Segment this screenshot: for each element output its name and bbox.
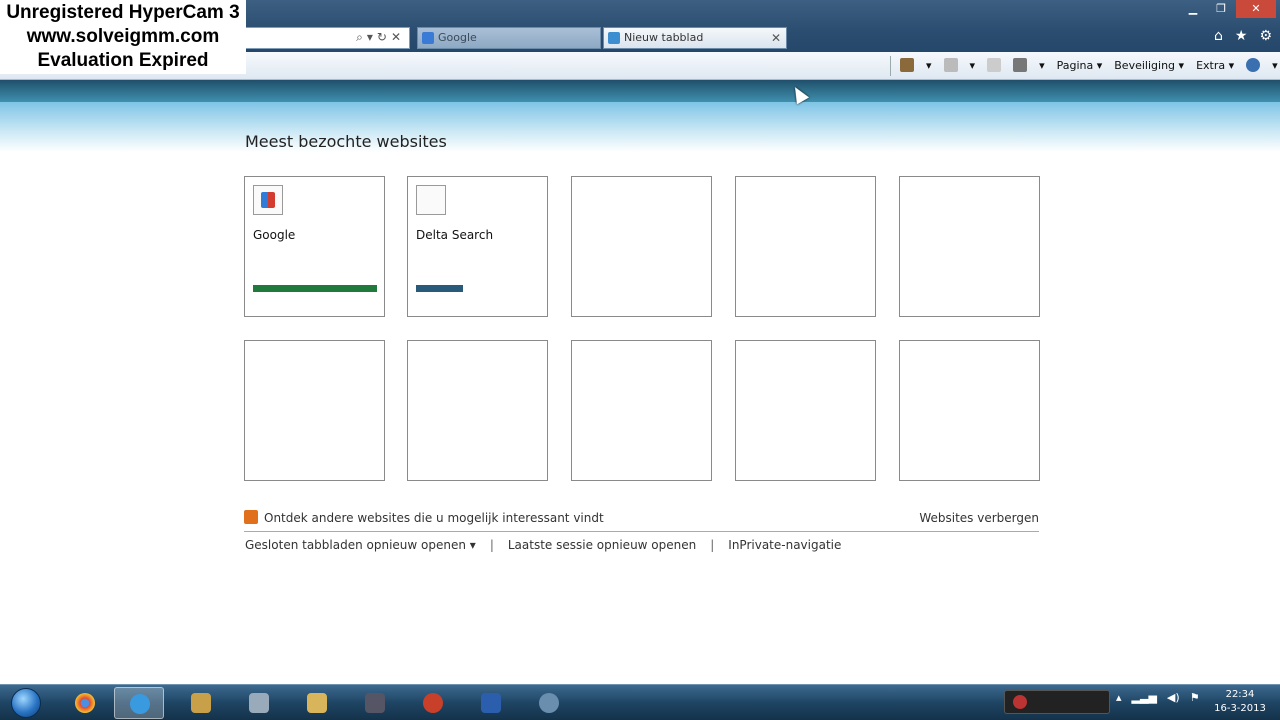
hypercam-watermark: Unregistered HyperCam 3 www.solveigmm.co…: [0, 0, 246, 74]
reopen-last-session-link[interactable]: Laatste sessie opnieuw openen: [508, 538, 696, 552]
action-center-icon[interactable]: ⚑: [1190, 691, 1200, 704]
close-tab-icon[interactable]: ✕: [771, 28, 781, 48]
tile-google[interactable]: Google: [244, 176, 385, 317]
word-icon: [481, 693, 501, 713]
clock[interactable]: 22:34 16-3-2013: [1210, 688, 1270, 716]
signal-icon[interactable]: ▂▃▅: [1132, 691, 1157, 704]
taskbar: ▴ ▂▃▅ ◀) ⚑ 22:34 16-3-2013: [0, 684, 1280, 720]
taskbar-network[interactable]: [524, 687, 574, 719]
page-menu[interactable]: Pagina ▾: [1057, 59, 1103, 72]
print-icon[interactable]: [1013, 58, 1028, 72]
taskbar-internet-explorer[interactable]: [114, 687, 164, 719]
close-window-button[interactable]: ✕: [1236, 0, 1276, 18]
extra-menu-label: Extra: [1196, 58, 1226, 72]
header-band: [0, 80, 1280, 102]
watermark-line: www.solveigmm.com: [26, 26, 220, 47]
dropdown-icon[interactable]: ▾: [1272, 59, 1278, 72]
home-icon[interactable]: [900, 58, 914, 72]
calculator-icon: [249, 693, 269, 713]
google-favicon-icon: [422, 32, 434, 44]
ie-favicon-icon: [608, 32, 620, 44]
volume-icon[interactable]: ◀): [1167, 691, 1180, 704]
recording-toolbar[interactable]: [1004, 690, 1110, 714]
taskbar-chrome[interactable]: [60, 687, 110, 719]
help-icon[interactable]: [1246, 58, 1261, 72]
tile-empty[interactable]: [407, 340, 548, 481]
reopen-closed-tabs-link[interactable]: Gesloten tabbladen opnieuw openen ▾: [245, 538, 476, 552]
separator: |: [489, 538, 494, 552]
clock-date: 16-3-2013: [1214, 703, 1266, 714]
taskbar-word[interactable]: [466, 687, 516, 719]
tile-empty[interactable]: [571, 176, 712, 317]
bottom-links: Gesloten tabbladen opnieuw openen ▾ | La…: [245, 538, 841, 552]
watermark-line: Unregistered HyperCam 3: [6, 2, 240, 23]
internet-explorer-icon: [130, 694, 150, 714]
security-menu-label: Beveiliging: [1114, 58, 1176, 72]
tab-label: Google: [438, 31, 477, 44]
tile-empty[interactable]: [899, 340, 1040, 481]
clock-time: 22:34: [1225, 689, 1255, 700]
home-icon[interactable]: ⌂: [1214, 28, 1223, 44]
maximize-button[interactable]: ❐: [1208, 0, 1234, 18]
hide-sites-link[interactable]: Websites verbergen: [919, 511, 1039, 525]
system-tray: ▴ ▂▃▅ ◀) ⚑: [1116, 691, 1200, 704]
record-icon[interactable]: [1013, 695, 1027, 709]
folder-icon: [191, 693, 211, 713]
taskbar-app[interactable]: [350, 687, 400, 719]
hypercam-icon: [423, 693, 443, 713]
tile-label: Google: [253, 228, 296, 242]
mail-icon[interactable]: [987, 58, 1002, 72]
favorites-star-icon[interactable]: ★: [1235, 28, 1248, 44]
tab-new-tab[interactable]: Nieuw tabblad ✕: [603, 27, 787, 49]
tile-empty[interactable]: [735, 176, 876, 317]
inprivate-link[interactable]: InPrivate-navigatie: [728, 538, 841, 552]
globe-icon: [539, 693, 559, 713]
tile-label: Delta Search: [416, 228, 494, 242]
tile-empty[interactable]: [571, 340, 712, 481]
address-bar-buttons[interactable]: ⌕▾↻✕: [356, 30, 405, 45]
extra-menu[interactable]: Extra ▾: [1196, 59, 1234, 72]
nav-icons: ⌂ ★ ⚙: [1214, 28, 1272, 44]
chrome-icon: [75, 693, 95, 713]
taskbar-hypercam[interactable]: [408, 687, 458, 719]
tile-delta-search[interactable]: Delta Search: [407, 176, 548, 317]
discover-link[interactable]: Ontdek andere websites die u mogelijk in…: [264, 511, 604, 525]
taskbar-calculator[interactable]: [234, 687, 284, 719]
tab-google[interactable]: Google: [417, 27, 601, 49]
suggested-sites-icon: [244, 510, 258, 524]
dropdown-icon[interactable]: ▾: [926, 59, 932, 72]
watermark-line: Evaluation Expired: [37, 50, 209, 71]
discover-row: Ontdek andere websites die u mogelijk in…: [244, 510, 1039, 532]
taskbar-explorer[interactable]: [176, 687, 226, 719]
dropdown-icon[interactable]: ▾: [1039, 59, 1045, 72]
feeds-icon[interactable]: [943, 58, 958, 72]
tile-empty[interactable]: [244, 340, 385, 481]
minimize-button[interactable]: ▁: [1180, 0, 1206, 18]
pen-icon: [365, 693, 385, 713]
tile-empty[interactable]: [899, 176, 1040, 317]
google-site-icon: [253, 185, 283, 215]
dropdown-icon[interactable]: ▾: [970, 59, 976, 72]
tile-activity-bar: [416, 285, 463, 292]
command-bar-divider: [890, 56, 891, 76]
page-title: Meest bezochte websites: [245, 132, 447, 151]
tile-activity-bar: [253, 285, 377, 292]
tab-label: Nieuw tabblad: [624, 31, 704, 44]
taskbar-folder[interactable]: [292, 687, 342, 719]
show-hidden-icons[interactable]: ▴: [1116, 691, 1122, 704]
delta-search-site-icon: [416, 185, 446, 215]
reopen-closed-tabs-label: Gesloten tabbladen opnieuw openen: [245, 538, 466, 552]
security-menu[interactable]: Beveiliging ▾: [1114, 59, 1184, 72]
page-menu-label: Pagina: [1056, 58, 1094, 72]
start-button[interactable]: [6, 687, 46, 719]
folder-icon: [307, 693, 327, 713]
tile-empty[interactable]: [735, 340, 876, 481]
windows-orb-icon: [11, 688, 41, 718]
separator: |: [710, 538, 715, 552]
window-controls: ▁ ❐ ✕: [1180, 0, 1276, 18]
gear-icon[interactable]: ⚙: [1259, 28, 1272, 44]
new-tab-page: Meest bezochte websites Google Delta Sea…: [0, 120, 1280, 680]
